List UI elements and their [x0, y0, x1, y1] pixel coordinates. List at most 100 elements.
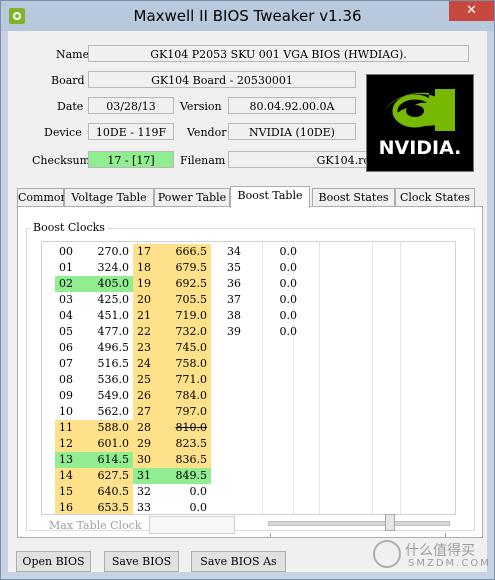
grid-divider [372, 242, 373, 514]
boost-clock-value-cell[interactable]: 477.0 [85, 324, 133, 340]
boost-clock-value-cell[interactable]: 771.0 [163, 372, 211, 388]
version-label: Version [180, 100, 222, 113]
boost-clock-value-cell[interactable]: 536.0 [85, 372, 133, 388]
boost-clock-value-cell[interactable]: 705.5 [163, 292, 211, 308]
boost-clock-value-cell[interactable]: 0.0 [253, 244, 301, 260]
boost-clock-value-cell[interactable]: 719.0 [163, 308, 211, 324]
board-field[interactable]: GK104 Board - 20530001 [88, 71, 356, 88]
open-bios-button[interactable]: Open BIOS [16, 551, 91, 572]
boost-clock-value-cell[interactable]: 653.5 [85, 500, 133, 514]
close-button[interactable]: ✕ [449, 1, 494, 21]
boost-clock-value-cell[interactable]: 640.5 [85, 484, 133, 500]
boost-index-cell: 24 [133, 356, 163, 372]
nvidia-wordmark: NVIDIA. [378, 137, 462, 159]
tab-power-table[interactable]: Power Table [154, 188, 230, 206]
boost-clock-value-cell[interactable]: 849.5 [163, 468, 211, 484]
watermark-domain: SMZDM.COM [408, 558, 491, 569]
boost-clock-value-cell[interactable]: 823.5 [163, 436, 211, 452]
boost-clock-value-cell[interactable]: 0.0 [253, 324, 301, 340]
boost-index-cell: 01 [59, 261, 73, 274]
boost-index-cell: 12 [55, 436, 85, 452]
boost-clock-value-cell[interactable]: 784.0 [163, 388, 211, 404]
tab-common[interactable]: Common [17, 188, 68, 206]
boost-index-cell: 28 [133, 420, 163, 436]
boost-clock-value-cell[interactable]: 0.0 [163, 484, 211, 500]
name-field[interactable]: GK104 P2053 SKU 001 VGA BIOS (HWDIAG). [88, 45, 469, 62]
boost-clock-value-cell[interactable]: 614.5 [85, 452, 133, 468]
save-bios-button[interactable]: Save BIOS [104, 551, 179, 572]
boost-index-cell: 31 [133, 468, 163, 484]
save-bios-as-button[interactable]: Save BIOS As [191, 551, 286, 572]
boost-clock-value-cell[interactable]: 549.0 [85, 388, 133, 404]
boost-slider-track[interactable] [268, 521, 450, 526]
boost-clock-value-cell[interactable]: 758.0 [163, 356, 211, 372]
boost-clock-value-cell[interactable]: 666.5 [163, 244, 211, 260]
boost-slider-thumb[interactable] [385, 514, 396, 531]
boost-clock-value-cell[interactable]: 0.0 [253, 308, 301, 324]
window-title: Maxwell II BIOS Tweaker v1.36 [133, 7, 362, 25]
boost-index-cell: 10 [59, 405, 73, 418]
boost-clock-grid[interactable]: 00 270.0 01 324.0 02 405.0 03 425.0 04 451.0 05 477… [41, 241, 456, 515]
boost-clock-value-cell[interactable]: 0.0 [253, 292, 301, 308]
boost-clock-value-cell[interactable]: 0.0 [163, 500, 211, 514]
tab-clock-states[interactable]: Clock States [395, 188, 475, 206]
boost-clock-value-cell[interactable]: 425.0 [85, 292, 133, 308]
boost-clock-value-cell[interactable]: 0.0 [253, 260, 301, 276]
boost-index-cell: 23 [133, 340, 163, 356]
boost-index-cell: 35 [227, 261, 241, 274]
boost-index-cell: 37 [227, 293, 241, 306]
date-field[interactable]: 03/28/13 [88, 97, 174, 114]
version-field[interactable]: 80.04.92.00.0A [228, 97, 356, 114]
boost-index-cell: 39 [227, 325, 241, 338]
boost-clock-value-cell[interactable]: 627.5 [85, 468, 133, 484]
device-field[interactable]: 10DE - 119F [88, 123, 174, 140]
boost-index-cell: 36 [227, 277, 241, 290]
boost-clock-value-cell[interactable]: 451.0 [85, 308, 133, 324]
boost-index-cell: 09 [59, 389, 73, 402]
boost-clock-value-cell[interactable]: 601.0 [85, 436, 133, 452]
boost-clock-value-cell[interactable]: 732.0 [163, 324, 211, 340]
boost-index-cell: 30 [133, 452, 163, 468]
boost-index-cell: 32 [137, 485, 151, 498]
boost-index-cell: 19 [133, 276, 163, 292]
boost-clock-value-cell[interactable]: 588.0 [85, 420, 133, 436]
tab-boost-table[interactable]: Boost Table [230, 186, 310, 208]
boost-clock-value-cell[interactable]: 516.5 [85, 356, 133, 372]
boost-clock-value-cell[interactable]: 562.0 [85, 404, 133, 420]
boost-clock-value-cell[interactable]: 496.5 [85, 340, 133, 356]
boost-index-cell: 26 [133, 388, 163, 404]
title-bar[interactable]: Maxwell II BIOS Tweaker v1.36 ✕ [1, 1, 494, 31]
slider-tick [270, 533, 271, 537]
boost-index-cell: 33 [137, 501, 151, 514]
boost-clock-value-cell[interactable]: 270.0 [85, 244, 133, 260]
date-label: Date [57, 100, 84, 113]
vendor-label: Vendor [187, 126, 227, 139]
boost-index-cell: 08 [59, 373, 73, 386]
device-label: Device [44, 126, 82, 139]
boost-index-cell: 07 [59, 357, 73, 370]
tab-boost-states[interactable]: Boost States [312, 188, 395, 206]
nvidia-logo: NVIDIA. [366, 74, 474, 172]
boost-index-cell: 34 [227, 245, 241, 258]
boost-clock-value-cell[interactable]: 679.5 [163, 260, 211, 276]
boost-clock-value-cell[interactable]: 797.0 [163, 404, 211, 420]
boost-clock-value-cell[interactable]: 0.0 [253, 276, 301, 292]
boost-clock-value-cell[interactable]: 692.5 [163, 276, 211, 292]
app-window: Maxwell II BIOS Tweaker v1.36 ✕ Name GK1… [0, 0, 495, 580]
boost-index-cell: 02 [55, 276, 85, 292]
boost-index-cell: 22 [133, 324, 163, 340]
board-label: Board [51, 74, 85, 87]
max-table-clock-field[interactable] [149, 516, 235, 534]
boost-index-cell: 29 [133, 436, 163, 452]
filename-label: Filenam [180, 154, 226, 167]
watermark-text: 什么值得买 [405, 543, 475, 559]
boost-clock-value-cell[interactable]: 836.5 [163, 452, 211, 468]
tab-voltage-table[interactable]: Voltage Table [64, 188, 154, 206]
vendor-field[interactable]: NVIDIA (10DE) [228, 123, 356, 140]
boost-clock-value-cell[interactable]: 745.0 [163, 340, 211, 356]
boost-clock-value-cell[interactable]: 810.0 [163, 420, 211, 436]
boost-index-cell: 14 [55, 468, 85, 484]
boost-index-cell: 03 [59, 293, 73, 306]
boost-clock-value-cell[interactable]: 405.0 [85, 276, 133, 292]
boost-clock-value-cell[interactable]: 324.0 [85, 260, 133, 276]
